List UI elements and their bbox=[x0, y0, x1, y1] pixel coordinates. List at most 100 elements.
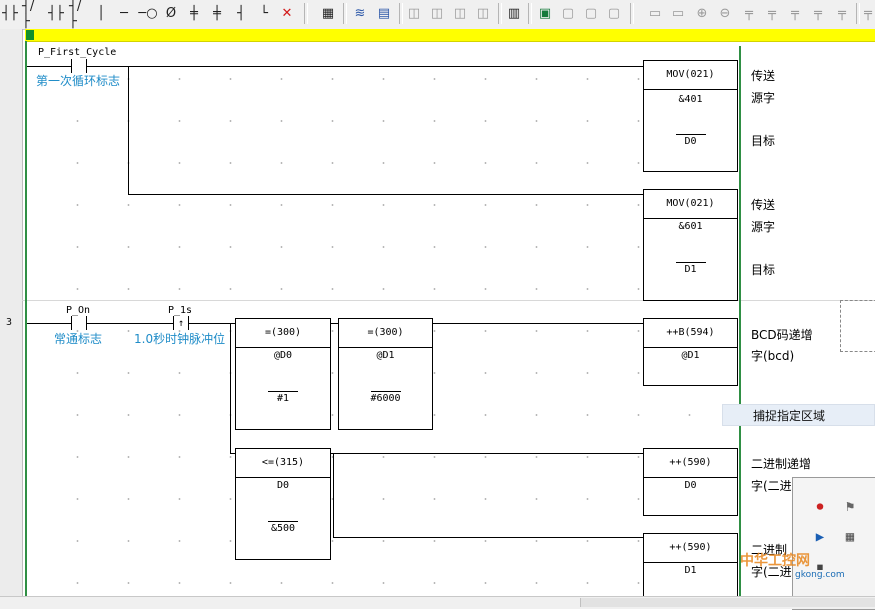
block-side-label: 源字 bbox=[751, 91, 776, 105]
compare-block-3[interactable]: <=(315) D0 &500 bbox=[235, 448, 331, 560]
clapper-icon[interactable]: ▦ bbox=[841, 528, 859, 546]
monitor-a-icon[interactable]: ▢ bbox=[558, 3, 578, 24]
grid-a-icon[interactable]: ▭ bbox=[645, 3, 665, 24]
scrollbar-thumb[interactable] bbox=[580, 598, 875, 607]
book-icon[interactable]: ▤ bbox=[374, 3, 394, 24]
record-icon[interactable]: ⏺ bbox=[811, 498, 829, 516]
block-operand: @D0 bbox=[273, 350, 293, 361]
contact-nc-icon[interactable]: ┤/├ bbox=[22, 0, 42, 29]
grid-d-icon[interactable]: ⊖ bbox=[715, 3, 735, 24]
rung-number-gutter bbox=[0, 29, 23, 599]
monitor-c-icon[interactable]: ▢ bbox=[604, 3, 624, 24]
toolbar-separator bbox=[343, 3, 347, 24]
mov-block-1[interactable]: MOV(021) &401 D0 bbox=[643, 60, 738, 172]
block-operand: #1 bbox=[276, 393, 290, 404]
toggle-d-icon[interactable]: ◫ bbox=[473, 3, 493, 24]
compare-block-1[interactable]: =(300) @D0 #1 bbox=[235, 318, 331, 430]
corner-icon[interactable]: └ bbox=[254, 3, 274, 24]
compare-block-2[interactable]: =(300) @D1 #6000 bbox=[338, 318, 433, 430]
monitor-icon[interactable]: ▣ bbox=[535, 3, 555, 24]
selection-region[interactable] bbox=[840, 300, 875, 352]
capture-region-menu-item[interactable]: 捕捉指定区域 bbox=[722, 404, 875, 426]
block-operand: @D1 bbox=[376, 350, 395, 361]
block-operand: &601 bbox=[678, 221, 703, 232]
contact-comment: 常通标志 bbox=[54, 332, 103, 346]
block-operand: D0 bbox=[684, 136, 697, 147]
grid-c-icon[interactable]: ⊕ bbox=[692, 3, 712, 24]
toolbar-separator bbox=[498, 3, 502, 24]
play-icon[interactable]: ▶ bbox=[811, 528, 829, 546]
block-op: ++(590) bbox=[644, 534, 737, 563]
compare3-branch-wire bbox=[333, 537, 643, 538]
block-side-label: 字(bcd) bbox=[751, 349, 795, 363]
contact-p-on[interactable] bbox=[71, 316, 87, 330]
grid-b-icon[interactable]: ▭ bbox=[668, 3, 688, 24]
grid-j-icon[interactable]: ╤ bbox=[858, 3, 875, 24]
contact-comment: 1.0秒时钟脉冲位 bbox=[134, 332, 226, 346]
block-op: ++(590) bbox=[644, 449, 737, 478]
block-operand: D1 bbox=[684, 264, 697, 275]
block-operand: D0 bbox=[276, 480, 290, 491]
compare3-output-wire bbox=[329, 453, 643, 454]
program-status-bar bbox=[25, 29, 875, 42]
contact-no-icon[interactable]: ┤├ bbox=[0, 3, 20, 24]
monitor-b-icon[interactable]: ▢ bbox=[581, 3, 601, 24]
coil-icon[interactable]: ─○ bbox=[138, 3, 158, 24]
block-operand: #6000 bbox=[370, 393, 401, 404]
coil-nc-icon[interactable]: Ø bbox=[161, 3, 181, 24]
left-power-rail bbox=[25, 41, 27, 596]
block-operand: D1 bbox=[684, 565, 697, 576]
toggle-b-icon[interactable]: ◫ bbox=[427, 3, 447, 24]
compile-icon[interactable]: ▥ bbox=[504, 3, 524, 24]
block-operand: @D1 bbox=[681, 350, 700, 361]
block-op: MOV(021) bbox=[644, 190, 737, 219]
block-op: <=(315) bbox=[236, 449, 330, 478]
right-power-rail bbox=[739, 46, 741, 596]
operand-overline bbox=[370, 391, 401, 392]
contact-p-first-cycle[interactable] bbox=[71, 59, 87, 73]
db-icon[interactable]: ≋ bbox=[350, 3, 370, 24]
compare-output-wire bbox=[431, 323, 643, 324]
grid-i-icon[interactable]: ╤ bbox=[832, 3, 852, 24]
increment-block-1[interactable]: ++(590) D0 bbox=[643, 448, 738, 516]
block-side-label: 目标 bbox=[751, 134, 776, 148]
horizontal-line-icon[interactable]: ─ bbox=[114, 3, 134, 24]
block-operand: &401 bbox=[678, 94, 703, 105]
block-operand: D0 bbox=[684, 480, 697, 491]
block-side-label: 传送 bbox=[751, 198, 776, 212]
parallel-icon[interactable]: ┤ bbox=[231, 3, 251, 24]
grid-f-icon[interactable]: ╤ bbox=[762, 3, 782, 24]
block-side-label: 目标 bbox=[751, 263, 776, 277]
contact-variable: P_1s bbox=[168, 305, 193, 316]
down-diff-contact-icon[interactable]: ╪ bbox=[207, 3, 227, 24]
grid-h-icon[interactable]: ╤ bbox=[808, 3, 828, 24]
vertical-line-icon[interactable]: │ bbox=[91, 3, 111, 24]
flag-icon[interactable]: ⚑ bbox=[841, 498, 859, 516]
floating-tool-panel: ⏺ ⚑ ▶ ▦ ▪ bbox=[792, 477, 875, 610]
watermark-logo: 中华工控网 bbox=[740, 553, 810, 569]
increment-block-2[interactable]: ++(590) D1 bbox=[643, 533, 738, 601]
up-diff-contact-icon[interactable]: ╪ bbox=[184, 3, 204, 24]
toggle-c-icon[interactable]: ◫ bbox=[450, 3, 470, 24]
contact-or-no-icon[interactable]: ┤├ bbox=[46, 3, 66, 24]
rung3-input-wire bbox=[27, 323, 235, 324]
block-side-label: 字(二进 bbox=[751, 479, 792, 493]
contact-or-nc-icon[interactable]: ┤/├ bbox=[69, 0, 89, 29]
grid-g-icon[interactable]: ╤ bbox=[785, 3, 805, 24]
rung1-main-wire bbox=[27, 66, 643, 67]
block-op: MOV(021) bbox=[644, 61, 737, 90]
contact-p-1s[interactable]: ↑ bbox=[173, 316, 189, 330]
operand-overline bbox=[675, 262, 706, 263]
block-operand: &500 bbox=[270, 523, 296, 534]
block-op: ++B(594) bbox=[644, 319, 737, 348]
toolbar-separator bbox=[528, 3, 532, 24]
grid-e-icon[interactable]: ╤ bbox=[739, 3, 759, 24]
toolbar: ┤├ ┤/├ ┤├ ┤/├ │ ─ ─○ Ø ╪ ╪ ┤ └ ✕ ▦ ≋ ▤ ◫… bbox=[0, 0, 875, 30]
toggle-a-icon[interactable]: ◫ bbox=[404, 3, 424, 24]
delete-icon[interactable]: ✕ bbox=[277, 3, 297, 24]
toolbar-separator bbox=[630, 3, 634, 24]
edit-icon[interactable]: ▦ bbox=[318, 3, 338, 24]
rung1-branch-vertical bbox=[128, 66, 129, 195]
mov-block-2[interactable]: MOV(021) &601 D1 bbox=[643, 189, 738, 301]
increment-bcd-block[interactable]: ++B(594) @D1 bbox=[643, 318, 738, 386]
